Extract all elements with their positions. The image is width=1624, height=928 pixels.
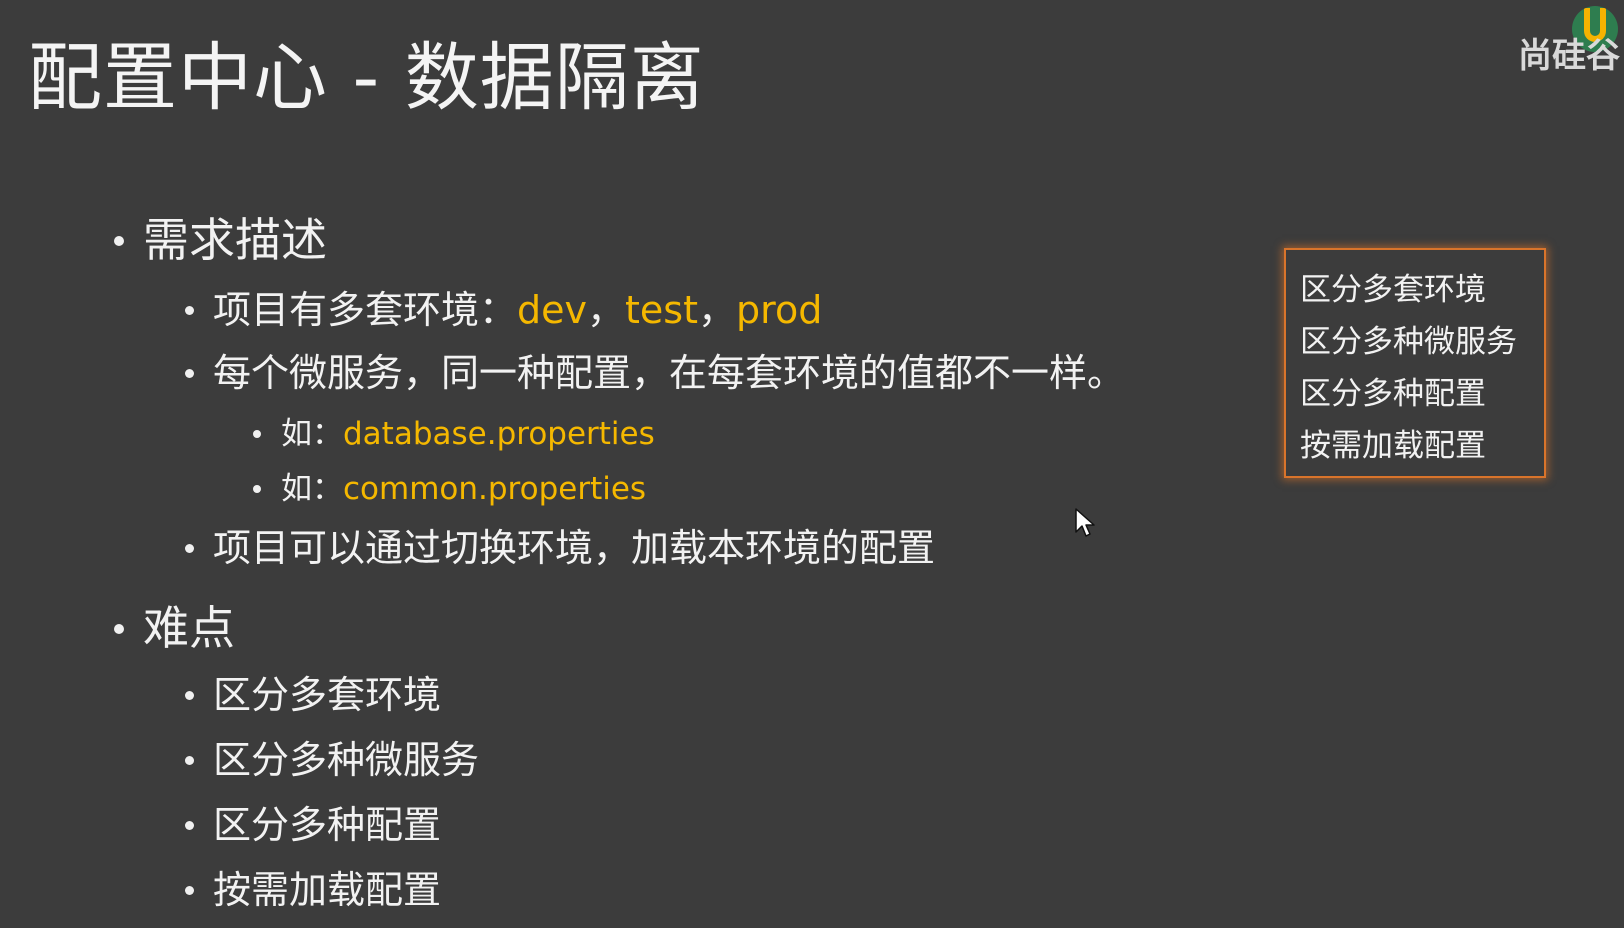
callout-box: 区分多套环境 区分多种微服务 区分多种配置 按需加载配置 <box>1284 248 1546 478</box>
example-value: database.properties <box>343 416 655 452</box>
slide: 配置中心 - 数据隔离 尚硅谷 需求描述 项目有多套环境：dev，test，pr… <box>0 0 1624 928</box>
bullet-dot <box>114 236 124 246</box>
difficulty-text: 区分多种配置 <box>213 803 442 847</box>
bullet-dot <box>185 756 194 765</box>
difficulty-item: 区分多套环境 <box>185 670 442 720</box>
bullet-dot <box>253 430 261 438</box>
mouse-cursor-icon <box>1075 508 1095 537</box>
section-heading-requirements: 需求描述 <box>114 210 327 270</box>
example-value: common.properties <box>343 471 647 507</box>
list-item-microservice: 每个微服务，同一种配置，在每套环境的值都不一样。 <box>185 348 1126 398</box>
callout-item: 按需加载配置 <box>1300 428 1486 464</box>
env-test: test <box>625 288 699 332</box>
callout-item: 区分多种配置 <box>1300 376 1486 412</box>
slide-title: 配置中心 - 数据隔离 <box>28 35 705 121</box>
section-heading-text: 难点 <box>143 601 235 655</box>
example-prefix: 如： <box>281 416 343 452</box>
difficulty-item: 区分多种微服务 <box>185 735 480 785</box>
bullet-dot <box>185 886 194 895</box>
bullet-dot <box>185 369 194 378</box>
list-item-text: 每个微服务，同一种配置，在每套环境的值都不一样。 <box>213 351 1126 395</box>
difficulty-text: 区分多套环境 <box>213 673 442 717</box>
callout-item: 区分多种微服务 <box>1300 324 1517 360</box>
example-item-database: 如：database.properties <box>253 413 655 455</box>
list-item-switch-env: 项目可以通过切换环境，加载本环境的配置 <box>185 523 936 573</box>
difficulty-text: 区分多种微服务 <box>213 738 480 782</box>
brand-logo: 尚硅谷 <box>1512 6 1624 76</box>
env-separator: ， <box>698 288 737 332</box>
bullet-dot <box>185 544 194 553</box>
difficulty-item: 按需加载配置 <box>185 865 442 915</box>
section-heading-text: 需求描述 <box>143 213 327 267</box>
callout-item: 区分多套环境 <box>1300 272 1486 308</box>
env-label: 项目有多套环境： <box>213 288 518 332</box>
section-heading-difficulties: 难点 <box>114 598 235 658</box>
list-item-text: 项目可以通过切换环境，加载本环境的配置 <box>213 526 936 570</box>
bullet-dot <box>185 821 194 830</box>
example-prefix: 如： <box>281 471 343 507</box>
bullet-dot <box>253 485 261 493</box>
list-item-environments: 项目有多套环境：dev，test，prod <box>185 285 823 335</box>
env-dev: dev <box>517 288 588 332</box>
bullet-dot <box>185 306 194 315</box>
env-prod: prod <box>736 288 823 332</box>
env-separator: ， <box>587 288 626 332</box>
bullet-dot <box>185 691 194 700</box>
difficulty-item: 区分多种配置 <box>185 800 442 850</box>
brand-logo-text: 尚硅谷 <box>1518 36 1620 76</box>
bullet-dot <box>114 624 124 634</box>
example-item-common: 如：common.properties <box>253 468 647 510</box>
difficulty-text: 按需加载配置 <box>213 868 442 912</box>
